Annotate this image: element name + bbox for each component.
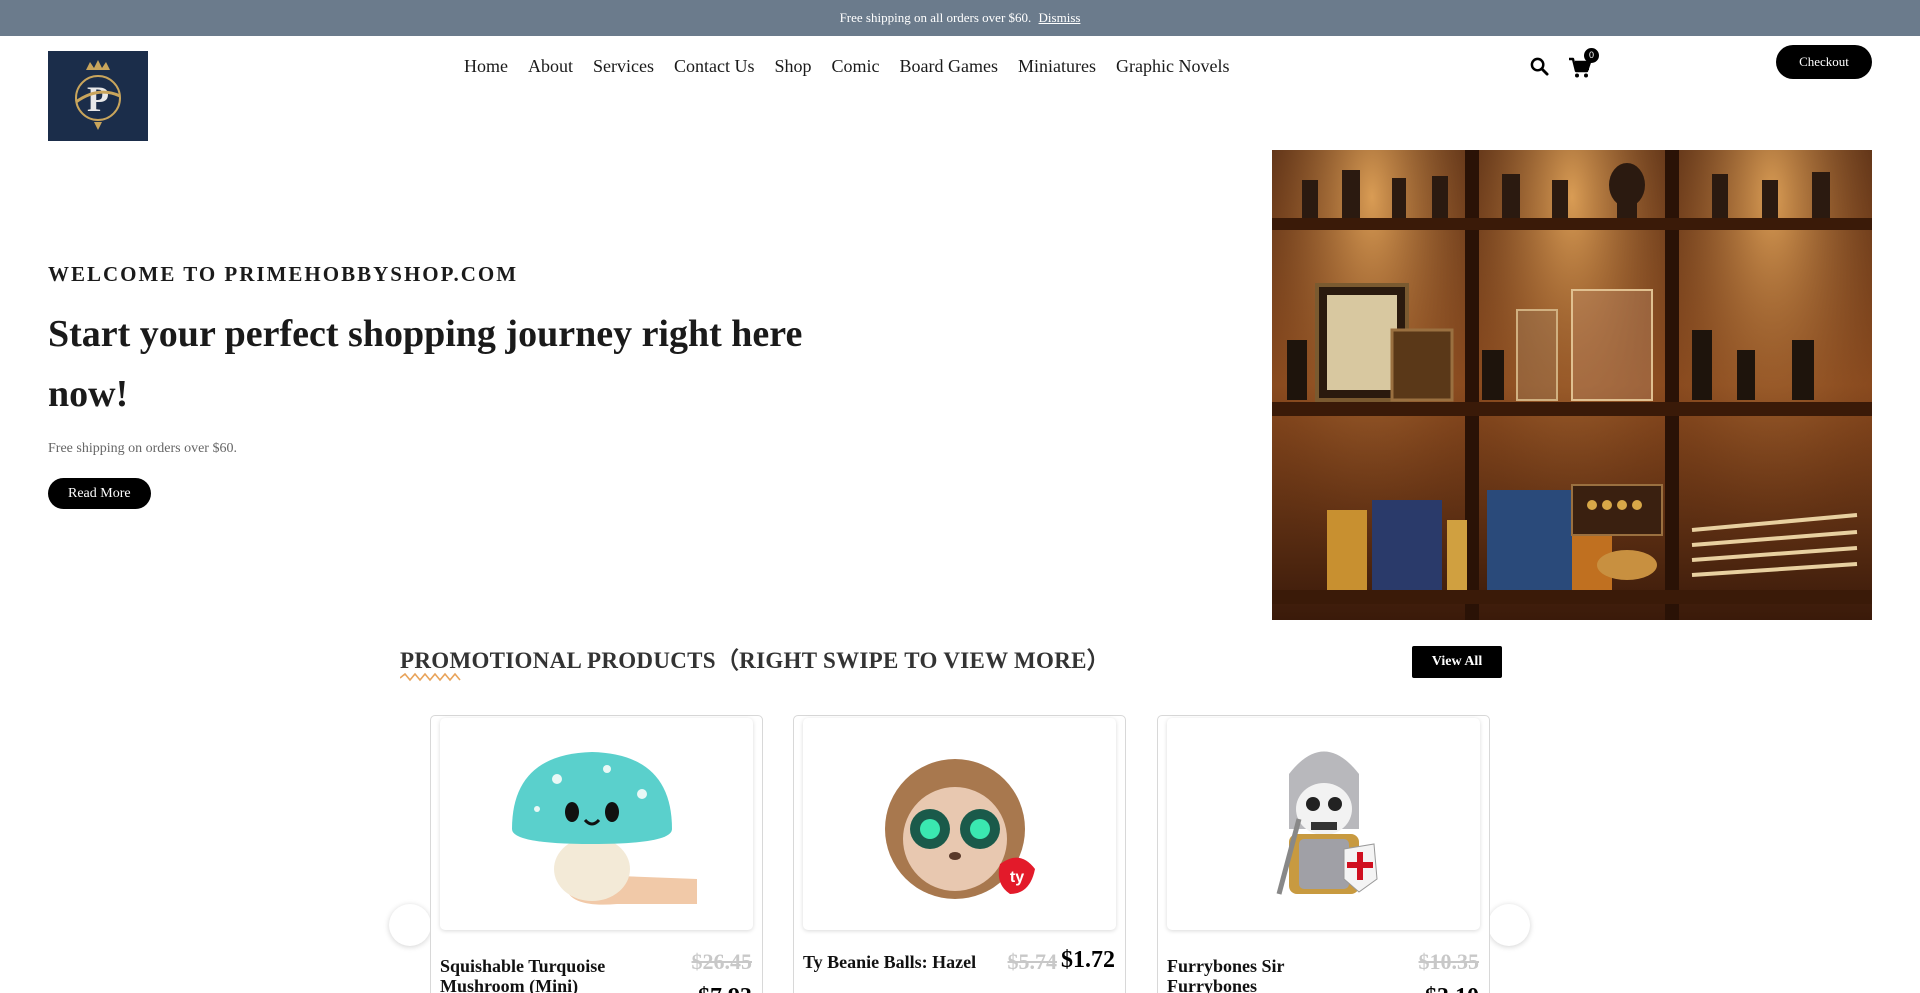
- search-icon: [1530, 57, 1549, 76]
- svg-text:ty: ty: [1009, 869, 1023, 886]
- nav-contact-us[interactable]: Contact Us: [664, 50, 765, 82]
- nav-comic[interactable]: Comic: [822, 50, 890, 82]
- heading-underline-squiggle: [400, 672, 461, 682]
- product-image[interactable]: ty: [803, 718, 1116, 930]
- hero-title: Start your perfect shopping journey righ…: [48, 313, 803, 415]
- logo[interactable]: P: [48, 51, 148, 141]
- main-nav: Home About Services Contact Us Shop Comi…: [456, 50, 1239, 82]
- hero-eyebrow: WELCOME TO PRIMEHOBBYSHOP.COM: [48, 262, 519, 286]
- announcement-text: Free shipping on all orders over $60.: [839, 10, 1032, 25]
- product-old-price: $5.74: [1007, 949, 1058, 974]
- cart-count-badge: 0: [1584, 48, 1599, 63]
- carousel-prev-button[interactable]: [389, 904, 431, 946]
- hero-image: [1272, 150, 1872, 620]
- product-name[interactable]: Furrybones Sir Furrybones: [1167, 956, 1367, 993]
- search-button[interactable]: [1528, 50, 1550, 82]
- product-image[interactable]: [440, 718, 753, 930]
- product-name[interactable]: Squishable Turquoise Mushroom (Mini): [440, 956, 640, 993]
- nav-shop[interactable]: Shop: [764, 50, 821, 82]
- nav-miniatures[interactable]: Miniatures: [1008, 50, 1106, 82]
- product-card[interactable]: Furrybones Sir Furrybones $10.35 $3.10: [1157, 715, 1490, 993]
- product-old-price: $10.35: [1418, 949, 1480, 974]
- product-card[interactable]: Squishable Turquoise Mushroom (Mini) $26…: [430, 715, 763, 993]
- hero-subtitle: Free shipping on orders over $60.: [48, 441, 237, 456]
- svg-text:P: P: [87, 79, 109, 119]
- announcement-bar: Free shipping on all orders over $60. Di…: [0, 0, 1920, 36]
- nav-board-games[interactable]: Board Games: [890, 50, 1008, 82]
- dismiss-link[interactable]: Dismiss: [1039, 10, 1081, 25]
- read-more-button[interactable]: Read More: [48, 478, 151, 509]
- product-sale-price: $1.72: [1061, 947, 1115, 973]
- view-all-button[interactable]: View All: [1412, 646, 1502, 678]
- product-sale-price: $3.10: [1425, 984, 1479, 993]
- cart-button[interactable]: 0: [1566, 48, 1600, 82]
- product-name[interactable]: Ty Beanie Balls: Hazel: [803, 952, 993, 972]
- hero-section: WELCOME TO PRIMEHOBBYSHOP.COM Start your…: [48, 262, 868, 509]
- product-sale-price: $7.93: [698, 984, 752, 993]
- product-card[interactable]: ty Ty Beanie Balls: Hazel $5.74 $1.72: [793, 715, 1126, 993]
- nav-services[interactable]: Services: [583, 50, 664, 82]
- nav-home[interactable]: Home: [456, 50, 518, 82]
- nav-about[interactable]: About: [518, 50, 583, 82]
- checkout-button[interactable]: Checkout: [1776, 45, 1872, 79]
- carousel-next-button[interactable]: [1488, 904, 1530, 946]
- product-image[interactable]: [1167, 718, 1480, 930]
- product-old-price: $26.45: [691, 949, 753, 974]
- nav-graphic-novels[interactable]: Graphic Novels: [1106, 50, 1239, 82]
- crowned-monogram-logo-icon: P: [75, 60, 121, 130]
- promo-heading: PROMOTIONAL PRODUCTS（RIGHT SWIPE TO VIEW…: [400, 648, 1111, 673]
- site-header: P Home About Services Contact Us Shop Co…: [0, 36, 1920, 141]
